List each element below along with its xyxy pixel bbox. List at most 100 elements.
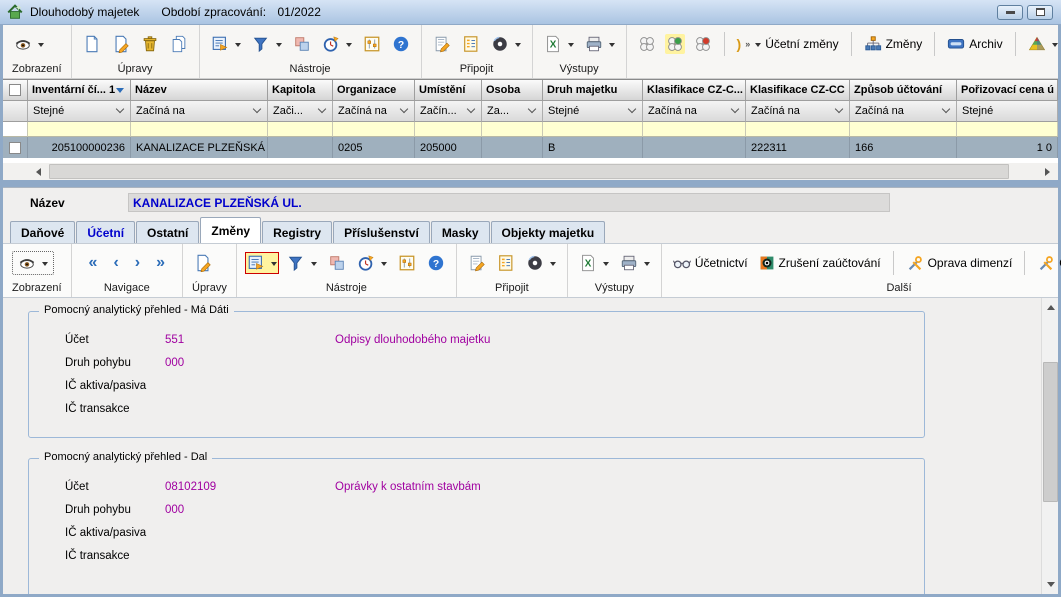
list-settings-button[interactable] (246, 253, 278, 273)
export-excel-button[interactable] (577, 252, 611, 274)
filter-op-dropdown[interactable]: Začíná na (850, 101, 957, 122)
filter-button[interactable] (250, 33, 284, 55)
tab-objekty-majetku[interactable]: Objekty majetku (491, 221, 606, 243)
filter-op-dropdown[interactable]: Stejné (543, 101, 643, 122)
oprava-dimenzi-button[interactable]: Oprava dimenzí (904, 252, 1015, 274)
print-button[interactable] (618, 252, 652, 274)
last-record-button[interactable]: » (154, 253, 167, 273)
attach-list-button[interactable] (495, 252, 517, 274)
header-checkbox-cell[interactable] (3, 80, 28, 101)
duplicate-view-button[interactable] (291, 33, 313, 55)
help-button[interactable] (390, 33, 412, 55)
view-button[interactable] (12, 251, 54, 275)
ucetnictvi-button[interactable]: Účetnictví (671, 252, 750, 274)
attach-list-button[interactable] (460, 33, 482, 55)
filter-input[interactable] (957, 122, 1058, 137)
tab-registry[interactable]: Registry (262, 221, 332, 243)
cell-druh-majetku[interactable]: B (543, 137, 643, 158)
filter-input[interactable] (333, 122, 415, 137)
state-all-button[interactable] (636, 33, 658, 55)
edit-record-button[interactable] (192, 252, 214, 274)
history-button[interactable] (320, 33, 354, 55)
filter-input[interactable] (746, 122, 850, 137)
attach-media-button[interactable] (489, 33, 523, 55)
cell-organizace[interactable]: 0205 (333, 137, 415, 158)
col-header-klasifikace-czc[interactable]: Klasifikace CZ-C... (643, 80, 746, 101)
filter-input[interactable] (28, 122, 131, 137)
filter-op-dropdown[interactable]: Začíná na (131, 101, 268, 122)
col-header-druh-majetku[interactable]: Druh majetku (543, 80, 643, 101)
parameters-button[interactable] (361, 33, 383, 55)
filter-op-dropdown[interactable]: Stejné (957, 101, 1058, 122)
scrollbar-thumb[interactable] (1043, 362, 1058, 502)
grid-data-row-selected[interactable]: 205100000236 KANALIZACE PLZEŇSKÁ ... 020… (3, 137, 1058, 158)
filter-op-dropdown[interactable]: Začíná na (746, 101, 850, 122)
parameters-button[interactable] (396, 252, 418, 274)
export-excel-button[interactable] (542, 33, 576, 55)
copy-record-button[interactable] (168, 33, 190, 55)
attach-media-button[interactable] (524, 252, 558, 274)
duplicate-view-button[interactable] (326, 252, 348, 274)
filter-op-dropdown[interactable]: Začíná na (333, 101, 415, 122)
filter-button[interactable] (285, 252, 319, 274)
print-button[interactable] (583, 33, 617, 55)
col-header-organizace[interactable]: Organizace (333, 80, 415, 101)
maximize-button[interactable] (1027, 5, 1053, 20)
help-button[interactable] (425, 252, 447, 274)
list-settings-button[interactable] (209, 33, 243, 55)
cell-kapitola[interactable] (268, 137, 333, 158)
prev-record-button[interactable]: ‹ (111, 253, 120, 273)
attach-note-button[interactable] (431, 33, 453, 55)
view-button[interactable] (12, 33, 46, 55)
filter-input[interactable] (131, 122, 268, 137)
col-header-porizovaci-cena[interactable]: Pořizovací cena ú (957, 80, 1058, 101)
tab-ucetni[interactable]: Účetní (76, 221, 135, 243)
col-header-kapitola[interactable]: Kapitola (268, 80, 333, 101)
minimize-button[interactable] (997, 5, 1023, 20)
archiv-button[interactable]: Archiv (945, 33, 1004, 55)
delete-record-button[interactable] (139, 33, 161, 55)
filter-op-dropdown[interactable]: Stejné (28, 101, 131, 122)
new-record-button[interactable] (81, 33, 103, 55)
scroll-right-button[interactable] (1039, 163, 1058, 180)
filter-input[interactable] (482, 122, 543, 137)
filter-op-dropdown[interactable]: Za... (482, 101, 543, 122)
row-checkbox[interactable] (9, 142, 21, 154)
cell-zpusob-uctovani[interactable]: 166 (850, 137, 957, 158)
col-header-nazev[interactable]: Název (131, 80, 268, 101)
cell-nazev[interactable]: KANALIZACE PLZEŇSKÁ ... (131, 137, 268, 158)
cell-osoba[interactable] (482, 137, 543, 158)
state-active-button[interactable] (665, 34, 685, 54)
tab-danove[interactable]: Daňové (10, 221, 75, 243)
filter-op-dropdown[interactable]: Začíná na (643, 101, 746, 122)
filter-op-dropdown[interactable]: Zači... (268, 101, 333, 122)
filter-input[interactable] (850, 122, 957, 137)
filter-input[interactable] (415, 122, 482, 137)
filter-input[interactable] (543, 122, 643, 137)
history-button[interactable] (355, 252, 389, 274)
cell-umisteni[interactable]: 205000 (415, 137, 482, 158)
col-header-inventarni[interactable]: Inventární čí...1 (28, 80, 131, 101)
vertical-scrollbar[interactable] (1041, 298, 1058, 594)
tab-ostatni[interactable]: Ostatní (136, 221, 199, 243)
state-inactive-button[interactable] (692, 33, 714, 55)
edit-record-button[interactable] (110, 33, 132, 55)
horizontal-scrollbar[interactable] (3, 163, 1058, 180)
nazev-field[interactable]: KANALIZACE PLZEŇSKÁ UL. (128, 193, 890, 212)
col-header-zpusob-uctovani[interactable]: Způsob účtování (850, 80, 957, 101)
col-header-osoba[interactable]: Osoba (482, 80, 543, 101)
cell-klasifikace-czcc[interactable]: 222311 (746, 137, 850, 158)
oprava-pap-button[interactable]: Oprava PAP (1035, 252, 1061, 274)
filter-op-dropdown[interactable]: Začín... (415, 101, 482, 122)
attach-note-button[interactable] (466, 252, 488, 274)
scroll-left-button[interactable] (28, 163, 47, 180)
select-all-checkbox[interactable] (9, 84, 21, 96)
filter-input[interactable] (268, 122, 333, 137)
cell-klasifikace-czc[interactable] (643, 137, 746, 158)
filter-input[interactable] (643, 122, 746, 137)
scrollbar-thumb[interactable] (49, 164, 1009, 179)
next-record-button[interactable]: › (133, 253, 142, 273)
col-header-umisteni[interactable]: Umístění (415, 80, 482, 101)
cell-inventarni[interactable]: 205100000236 (28, 137, 131, 158)
hromadne-zmeny-button[interactable]: Hromadné změny (1026, 33, 1061, 55)
